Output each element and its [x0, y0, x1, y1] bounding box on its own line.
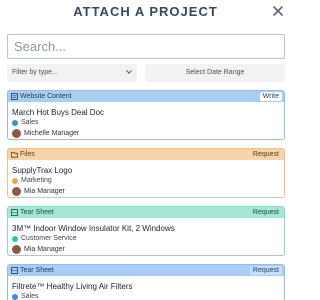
- date-range-button[interactable]: Select Date Range: [145, 64, 285, 82]
- close-icon[interactable]: [271, 4, 285, 18]
- project-title: SupplyTrax Logo: [12, 166, 73, 175]
- owner-name: Michelle Manager: [24, 130, 80, 137]
- search-input[interactable]: [7, 34, 285, 59]
- tag-label: Sales: [21, 293, 39, 300]
- page-title: ATTACH A PROJECT: [73, 4, 218, 19]
- project-title: 3M™ Indoor Window Insulator Kit, 2 Windo…: [12, 224, 175, 233]
- tag-dot-icon: [12, 120, 18, 126]
- card-header: Files Request: [8, 149, 284, 160]
- avatar: [12, 187, 21, 196]
- modal-header: ATTACH A PROJECT: [0, 0, 291, 26]
- chevron-down-icon: [126, 70, 132, 74]
- project-card[interactable]: Tear Sheet Request 3M™ Indoor Window Ins…: [7, 206, 285, 256]
- tag-label: Sales: [21, 119, 39, 126]
- type-filter-label: Filter by type...: [12, 69, 58, 76]
- sheet-icon: [11, 267, 18, 274]
- card-header: Website Content Write: [8, 91, 284, 102]
- project-title: March Hot Buys Deal Doc: [12, 108, 105, 117]
- sheet-icon: [11, 209, 18, 216]
- document-icon: [11, 93, 18, 100]
- folder-icon: [11, 152, 18, 158]
- write-button[interactable]: Write: [259, 92, 282, 101]
- card-header: Tear Sheet Request: [8, 265, 284, 276]
- project-title: Filtrete™ Healthy Living Air Filters: [12, 282, 133, 291]
- avatar: [12, 129, 21, 138]
- project-card[interactable]: Website Content Write March Hot Buys Dea…: [7, 90, 285, 140]
- card-type-label: Files: [20, 151, 35, 158]
- type-filter-select[interactable]: Filter by type...: [7, 64, 137, 82]
- card-header: Tear Sheet Request: [8, 207, 284, 218]
- filter-row: Filter by type... Select Date Range: [7, 64, 285, 82]
- tag-dot-icon: [12, 236, 18, 242]
- tag-label: Customer Service: [21, 235, 77, 242]
- card-type-label: Tear Sheet: [20, 209, 54, 216]
- card-type-label: Website Content: [20, 93, 72, 100]
- card-type-label: Tear Sheet: [20, 267, 54, 274]
- project-card[interactable]: Files Request SupplyTrax Logo Marketing …: [7, 148, 285, 198]
- request-button[interactable]: Request: [249, 150, 282, 159]
- request-button[interactable]: Request: [249, 208, 282, 217]
- project-card[interactable]: Tear Sheet Request Filtrete™ Healthy Liv…: [7, 264, 285, 300]
- avatar: [12, 245, 21, 254]
- request-button[interactable]: Request: [249, 266, 282, 275]
- tag-dot-icon: [12, 178, 18, 184]
- tag-label: Marketing: [21, 177, 52, 184]
- owner-name: Mia Manager: [24, 246, 65, 253]
- owner-name: Mia Manager: [24, 188, 65, 195]
- tag-dot-icon: [12, 294, 18, 300]
